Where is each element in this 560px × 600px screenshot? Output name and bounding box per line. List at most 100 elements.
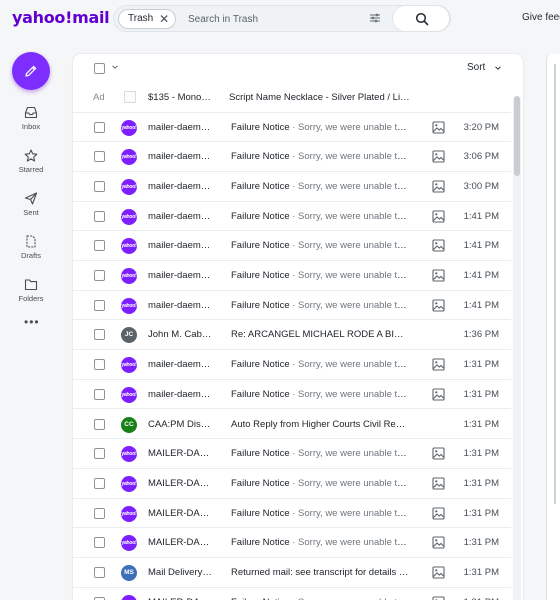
email-row[interactable]: yahoo! mailer-daemon@yahoo.com Failure Not… <box>73 350 511 380</box>
image-attachment-icon[interactable] <box>432 596 445 600</box>
email-snippet: · Sorry, we were unable to deliver your … <box>292 151 409 163</box>
image-attachment-icon[interactable] <box>432 358 445 371</box>
email-row[interactable]: yahoo! mailer-daemon@yahoo.com Failure Not… <box>73 113 511 143</box>
sender-avatar: JC <box>121 327 137 344</box>
email-subject-line: Failure Notice · Sorry, we were unable t… <box>231 122 409 133</box>
trash-filter-chip[interactable]: Trash ✕ <box>118 9 177 29</box>
message-list-panel: Sort Ad $135 - Monogram Necklace Script … <box>73 54 523 600</box>
email-row[interactable]: yahoo!MAILER-DAEMON@yahoo.comFailure Not… <box>73 469 511 499</box>
email-subject-line: Failure Notice · Sorry, we were unable t… <box>231 389 409 400</box>
sender-name: John M. Cabrera <box>148 329 212 341</box>
email-time: 1:31 PM <box>463 448 499 460</box>
email-subject: Re: ARCANGEL MICHAEL RODE A BIKE TODAY <box>231 329 409 341</box>
nav-label: Inbox <box>21 122 41 131</box>
row-checkbox[interactable] <box>94 507 105 519</box>
row-checkbox[interactable] <box>94 477 105 489</box>
row-checkbox[interactable] <box>94 448 105 460</box>
sender-name: mailer-daemon@yahoo.com <box>148 240 212 252</box>
image-attachment-icon[interactable] <box>432 566 445 579</box>
row-checkbox[interactable] <box>94 240 105 252</box>
row-checkbox[interactable] <box>94 388 105 400</box>
image-attachment-icon[interactable] <box>432 299 445 312</box>
scrollbar-thumb[interactable] <box>514 96 520 176</box>
email-subject: Failure Notice <box>231 388 290 400</box>
close-icon[interactable]: ✕ <box>159 10 169 28</box>
compose-button[interactable] <box>12 52 50 90</box>
email-snippet: · Sorry, we were unable to deliver your … <box>292 507 409 519</box>
nav-item-sent[interactable]: Sent <box>11 192 51 217</box>
sort-label: Sort <box>467 62 486 73</box>
email-row[interactable]: yahoo! mailer-daemon@yahoo.com Failure Not… <box>73 231 511 261</box>
email-snippet: · The original message was received <box>398 567 409 578</box>
nav-label: Drafts <box>20 251 41 260</box>
email-row[interactable]: yahoo! mailer-daemon@yahoo.com Failure Not… <box>73 172 511 202</box>
filter-sliders-icon[interactable] <box>368 11 382 25</box>
sender-avatar: yahoo! <box>121 357 137 374</box>
ad-label: Ad <box>93 92 105 103</box>
email-row[interactable]: yahoo!MAILER-DAEMON@yahoo.comFailure Not… <box>73 528 511 558</box>
email-row[interactable]: yahoo! mailer-daemon@yahoo.com Failure Not… <box>73 142 511 172</box>
email-row[interactable]: yahoo!MAILER-DAEMON@yahoo.comFailure Not… <box>73 499 511 529</box>
row-checkbox[interactable] <box>94 567 105 578</box>
email-row[interactable]: yahoo! mailer-daemon@yahoo.com Failure Not… <box>73 202 511 232</box>
sender-avatar: yahoo! <box>121 238 137 255</box>
email-row[interactable]: CC CAA:PM Dispatch Auto Reply from Higher … <box>73 410 511 440</box>
ad-row[interactable]: Ad $135 - Monogram Necklace Script Name … <box>73 83 511 113</box>
search-button[interactable] <box>392 5 450 32</box>
image-attachment-icon[interactable] <box>432 388 445 401</box>
email-row[interactable]: JC John M. Cabrera Re: ARCANGEL MICHAEL RO… <box>73 320 511 351</box>
row-checkbox[interactable] <box>94 151 105 163</box>
sort-button[interactable]: Sort <box>467 62 501 73</box>
sender-avatar: yahoo! <box>121 505 137 522</box>
image-attachment-icon[interactable] <box>432 536 445 549</box>
drafts-icon <box>26 235 36 248</box>
email-subject-line: Failure Notice · Sorry, we were unable t… <box>231 537 409 548</box>
email-snippet: · Sorry, we were unable to deliver your … <box>292 477 409 489</box>
select-all-checkbox[interactable] <box>94 63 105 74</box>
chevron-down-icon <box>495 66 501 70</box>
more-icon[interactable]: ••• <box>24 315 40 329</box>
email-row[interactable]: yahoo!MAILER-DAEMON@yahoo.comFailure Not… <box>73 588 511 600</box>
nav-item-starred[interactable]: Starred <box>11 149 51 174</box>
nav-item-inbox[interactable]: Inbox <box>11 106 51 131</box>
image-attachment-icon[interactable] <box>432 239 445 252</box>
row-checkbox[interactable] <box>94 329 105 341</box>
image-attachment-icon[interactable] <box>432 447 445 460</box>
nav-item-folders[interactable]: Folders <box>11 278 51 303</box>
image-attachment-icon[interactable] <box>432 507 445 520</box>
sender-name: mailer-daemon@yahoo.com <box>148 180 212 192</box>
search-input[interactable] <box>188 11 348 27</box>
email-row[interactable]: yahoo! mailer-daemon@yahoo.com Failure Not… <box>73 380 511 410</box>
scrollbar[interactable] <box>513 96 521 600</box>
email-row[interactable]: yahoo!MAILER-DAEMON@yahoo.comFailure Not… <box>73 439 511 469</box>
nav-item-drafts[interactable]: Drafts <box>11 235 51 260</box>
give-feedback-link[interactable]: Give feedback <box>522 12 560 23</box>
row-checkbox[interactable] <box>94 537 105 549</box>
row-checkbox[interactable] <box>94 210 105 222</box>
image-attachment-icon[interactable] <box>432 150 445 163</box>
email-time: 3:20 PM <box>463 121 499 133</box>
sender-name: mailer-daemon@yahoo.com <box>148 270 212 281</box>
row-checkbox[interactable] <box>94 270 105 281</box>
email-row[interactable]: yahoo! mailer-daemon@yahoo.com Failure Not… <box>73 291 511 321</box>
row-checkbox[interactable] <box>94 180 105 192</box>
sender-name: MAILER-DAEMON@yahoo.com <box>148 448 212 460</box>
image-attachment-icon[interactable] <box>432 269 445 282</box>
image-attachment-icon[interactable] <box>432 180 445 193</box>
image-attachment-icon[interactable] <box>432 477 445 490</box>
row-checkbox[interactable] <box>94 299 105 311</box>
image-attachment-icon[interactable] <box>432 210 445 223</box>
email-subject: Failure Notice <box>231 240 290 252</box>
yahoo-mail-logo[interactable]: yahoo!mail <box>12 8 110 27</box>
email-row[interactable]: yahoo! mailer-daemon@yahoo.com Failure Not… <box>73 261 511 291</box>
row-checkbox[interactable] <box>94 121 105 133</box>
email-subject-line: Failure Notice · Sorry, we were unable t… <box>231 478 409 489</box>
image-attachment-icon[interactable] <box>432 120 445 134</box>
nav-label: Starred <box>18 165 44 174</box>
search-box[interactable]: Trash ✕ <box>113 5 451 32</box>
row-checkbox[interactable] <box>94 418 105 430</box>
email-subject: Returned mail: see transcript for detail… <box>231 567 397 578</box>
chevron-down-icon[interactable] <box>111 63 119 71</box>
email-row[interactable]: MS Mail Delivery Subsystem Returned mail: … <box>73 558 511 588</box>
row-checkbox[interactable] <box>94 359 105 371</box>
